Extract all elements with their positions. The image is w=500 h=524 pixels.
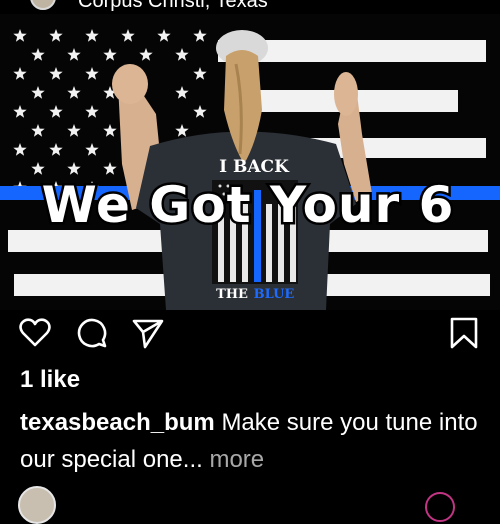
post-header: Corpus Christi, Texas — [0, 0, 500, 14]
caption-username[interactable]: texasbeach_bum — [20, 409, 215, 436]
thin-blue-line-flag-image: I BACK THE BLUE We Got Your 6 — [0, 14, 500, 310]
post-action-bar — [0, 310, 500, 358]
overlay-slogan: We Got Your 6 — [42, 176, 455, 234]
post-location[interactable]: Corpus Christi, Texas — [78, 0, 268, 13]
caption-more-link[interactable]: more — [209, 446, 264, 473]
next-post-avatar[interactable] — [18, 486, 56, 524]
caption-ellipsis: ... — [182, 446, 203, 473]
comment-icon — [77, 318, 107, 348]
shirt-text-blue: BLUE — [254, 287, 295, 302]
poster-avatar[interactable] — [30, 0, 56, 10]
like-button[interactable] — [18, 316, 52, 350]
shirt-text-top: I BACK — [219, 157, 290, 177]
shirt-text-the: THE — [216, 287, 248, 302]
share-button[interactable] — [131, 316, 165, 350]
post-caption: texasbeach_bum Make sure you tune into o… — [20, 404, 485, 478]
next-story-ring[interactable] — [425, 492, 455, 522]
paper-plane-icon — [132, 319, 164, 349]
heart-icon — [19, 318, 51, 347]
post-image[interactable]: I BACK THE BLUE We Got Your 6 — [0, 14, 500, 310]
bookmark-icon — [450, 317, 478, 349]
comment-button[interactable] — [74, 316, 108, 350]
save-button[interactable] — [447, 316, 481, 350]
like-count[interactable]: 1 like — [20, 366, 80, 394]
